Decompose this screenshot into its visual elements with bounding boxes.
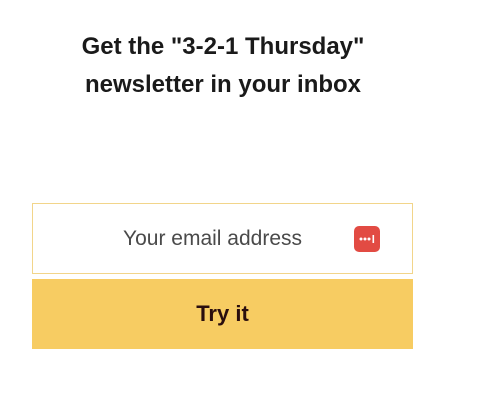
newsletter-form: Try it [32,203,413,349]
password-dots-icon [359,235,375,243]
try-it-button[interactable]: Try it [32,279,413,349]
password-manager-icon[interactable] [354,226,380,252]
heading-line-1: Get the "3-2-1 Thursday" [81,33,365,60]
heading-line-2: newsletter in your inbox [84,71,362,98]
newsletter-heading: Get the "3-2-1 Thursday" newsletter in y… [0,28,446,104]
email-field-container [32,203,413,274]
